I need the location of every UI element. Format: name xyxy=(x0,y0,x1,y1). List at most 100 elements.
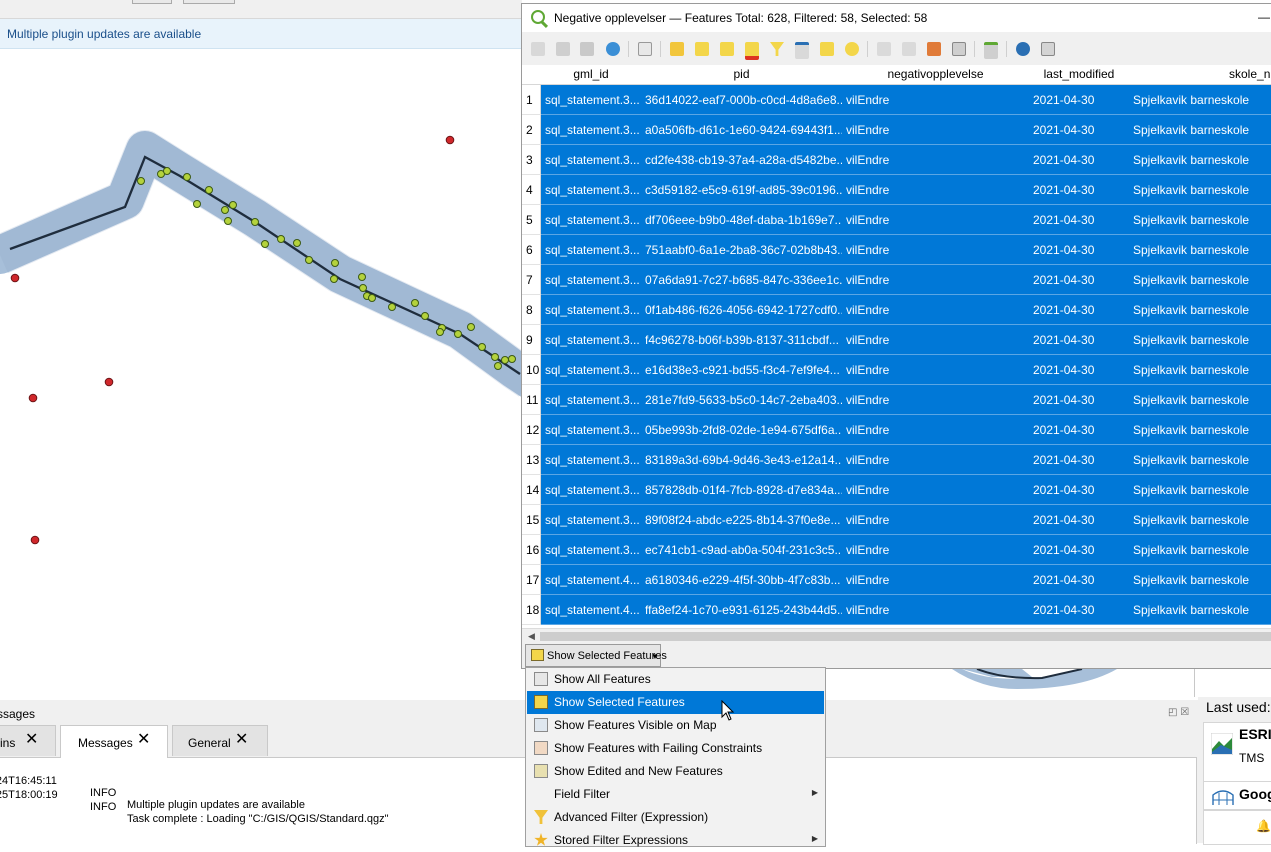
column-header-skole[interactable]: skole_n xyxy=(1129,65,1271,85)
cell-pid[interactable]: 89f08f24-abdc-e225-8b14-37f0e8e... xyxy=(641,505,843,535)
recent-source-card[interactable]: Goog xyxy=(1203,781,1271,810)
cell-gml-id[interactable]: sql_statement.3... xyxy=(541,85,642,115)
menu-item-show-selected-features[interactable]: Show Selected Features xyxy=(527,691,824,714)
cell-skole[interactable]: Spjelkavik barneskole xyxy=(1129,355,1271,385)
copy-icon[interactable] xyxy=(877,42,891,56)
cell-pid[interactable]: f4c96278-b06f-b39b-8137-311cbdf... xyxy=(641,325,843,355)
row-number[interactable]: 18 xyxy=(522,595,541,625)
cell-last-modified[interactable]: 2021-04-30 xyxy=(1029,355,1130,385)
row-number[interactable]: 14 xyxy=(522,475,541,505)
cell-skole[interactable]: Spjelkavik barneskole xyxy=(1129,535,1271,565)
cell-gml-id[interactable]: sql_statement.3... xyxy=(541,235,642,265)
column-header-pid[interactable]: pid xyxy=(641,65,843,85)
cell-negativopplevelse[interactable]: vilEndre xyxy=(842,355,1030,385)
cell-pid[interactable]: 751aabf0-6a1e-2ba8-36c7-02b8b43... xyxy=(641,235,843,265)
cell-pid[interactable]: a6180346-e229-4f5f-30bb-4f7c83b... xyxy=(641,565,843,595)
cell-last-modified[interactable]: 2021-04-30 xyxy=(1029,505,1130,535)
cell-gml-id[interactable]: sql_statement.3... xyxy=(541,205,642,235)
cell-skole[interactable]: Spjelkavik barneskole xyxy=(1129,175,1271,205)
table-row[interactable]: 18 sql_statement.4... ffa8ef24-1c70-e931-6… xyxy=(522,595,1271,625)
cell-skole[interactable]: Spjelkavik barneskole xyxy=(1129,265,1271,295)
cell-pid[interactable]: c3d59182-e5c9-619f-ad85-39c0196... xyxy=(641,175,843,205)
float-icon[interactable]: ◰ xyxy=(1168,707,1177,718)
cell-last-modified[interactable]: 2021-04-30 xyxy=(1029,385,1130,415)
cell-pid[interactable]: e16d38e3-c921-bd55-f3c4-7ef9fe4... xyxy=(641,355,843,385)
cell-negativopplevelse[interactable]: vilEndre xyxy=(842,85,1030,115)
table-row[interactable]: 5 sql_statement.3... df706eee-b9b0-48ef-da… xyxy=(522,205,1271,235)
table-row[interactable]: 16 sql_statement.3... ec741cb1-c9ad-ab0a-5… xyxy=(522,535,1271,565)
cell-skole[interactable]: Spjelkavik barneskole xyxy=(1129,325,1271,355)
row-number[interactable]: 9 xyxy=(522,325,541,355)
cell-gml-id[interactable]: sql_statement.4... xyxy=(541,595,642,625)
attribute-grid[interactable]: gml_id pid negativopplevelse last_modifi… xyxy=(522,65,1271,628)
add-feature-icon[interactable] xyxy=(638,42,652,56)
pan-to-selected-icon[interactable] xyxy=(820,42,834,56)
cell-negativopplevelse[interactable]: vilEndre xyxy=(842,385,1030,415)
cell-pid[interactable]: 83189a3d-69b4-9d46-3e43-e12a14... xyxy=(641,445,843,475)
deselect-icon[interactable] xyxy=(745,42,759,60)
cell-skole[interactable]: Spjelkavik barneskole xyxy=(1129,415,1271,445)
cell-pid[interactable]: 281e7fd9-5633-b5c0-14c7-2eba403... xyxy=(641,385,843,415)
cell-gml-id[interactable]: sql_statement.3... xyxy=(541,295,642,325)
cell-gml-id[interactable]: sql_statement.3... xyxy=(541,145,642,175)
cell-skole[interactable]: Spjelkavik barneskole xyxy=(1129,565,1271,595)
cell-gml-id[interactable]: sql_statement.3... xyxy=(541,355,642,385)
cell-gml-id[interactable]: sql_statement.3... xyxy=(541,175,642,205)
field-calculator-icon[interactable] xyxy=(984,42,998,59)
cell-last-modified[interactable]: 2021-04-30 xyxy=(1029,415,1130,445)
cell-skole[interactable]: Spjelkavik barneskole xyxy=(1129,115,1271,145)
delete-field-icon[interactable] xyxy=(927,42,941,56)
select-all-icon[interactable] xyxy=(695,42,709,56)
cell-last-modified[interactable]: 2021-04-30 xyxy=(1029,535,1130,565)
row-number[interactable]: 1 xyxy=(522,85,541,115)
cell-pid[interactable]: 0f1ab486-f626-4056-6942-1727cdf0... xyxy=(641,295,843,325)
dock-icon[interactable] xyxy=(1041,42,1055,56)
cell-last-modified[interactable]: 2021-04-30 xyxy=(1029,325,1130,355)
tab-plugins[interactable]: ins ✕ xyxy=(0,725,56,756)
cell-negativopplevelse[interactable]: vilEndre xyxy=(842,145,1030,175)
cell-negativopplevelse[interactable]: vilEndre xyxy=(842,475,1030,505)
cell-pid[interactable]: 857828db-01f4-7fcb-8928-d7e834a... xyxy=(641,475,843,505)
cell-negativopplevelse[interactable]: vilEndre xyxy=(842,265,1030,295)
refresh-icon[interactable] xyxy=(606,42,620,56)
row-number[interactable]: 6 xyxy=(522,235,541,265)
cell-skole[interactable]: Spjelkavik barneskole xyxy=(1129,445,1271,475)
column-header-negativopplevelse[interactable]: negativopplevelse xyxy=(842,65,1030,85)
cell-last-modified[interactable]: 2021-04-30 xyxy=(1029,145,1130,175)
cell-gml-id[interactable]: sql_statement.3... xyxy=(541,325,642,355)
cell-last-modified[interactable]: 2021-04-30 xyxy=(1029,295,1130,325)
cell-negativopplevelse[interactable]: vilEndre xyxy=(842,295,1030,325)
row-number[interactable]: 2 xyxy=(522,115,541,145)
cell-pid[interactable]: ffa8ef24-1c70-e931-6125-243b44d5... xyxy=(641,595,843,625)
map-canvas[interactable] xyxy=(0,49,522,700)
scrollbar-thumb[interactable] xyxy=(540,632,1271,641)
table-row[interactable]: 2 sql_statement.3... a0a506fb-d61c-1e60-94… xyxy=(522,115,1271,145)
cell-skole[interactable]: Spjelkavik barneskole xyxy=(1129,235,1271,265)
cell-last-modified[interactable]: 2021-04-30 xyxy=(1029,235,1130,265)
new-field-icon[interactable] xyxy=(952,42,966,56)
horizontal-scrollbar[interactable]: ◀ xyxy=(522,628,1271,645)
cell-skole[interactable]: Spjelkavik barneskole xyxy=(1129,595,1271,625)
table-row[interactable]: 1 sql_statement.3... 36d14022-eaf7-000b-c0… xyxy=(522,85,1271,115)
cell-last-modified[interactable]: 2021-04-30 xyxy=(1029,175,1130,205)
cell-pid[interactable]: ec741cb1-c9ad-ab0a-504f-231c3c5... xyxy=(641,535,843,565)
table-row[interactable]: 7 sql_statement.3... 07a6da91-7c27-b685-84… xyxy=(522,265,1271,295)
cell-negativopplevelse[interactable]: vilEndre xyxy=(842,505,1030,535)
cell-gml-id[interactable]: sql_statement.3... xyxy=(541,445,642,475)
multi-edit-icon[interactable] xyxy=(556,42,570,56)
menu-item-show-features-with-failing-constraints[interactable]: Show Features with Failing Constraints xyxy=(527,737,824,760)
cell-negativopplevelse[interactable]: vilEndre xyxy=(842,235,1030,265)
cell-negativopplevelse[interactable]: vilEndre xyxy=(842,595,1030,625)
feature-filter-dropdown[interactable]: Show Selected Features ▼ xyxy=(525,644,667,667)
cell-skole[interactable]: Spjelkavik barneskole xyxy=(1129,295,1271,325)
row-number[interactable]: 15 xyxy=(522,505,541,535)
cell-last-modified[interactable]: 2021-04-30 xyxy=(1029,595,1130,625)
table-row[interactable]: 13 sql_statement.3... 83189a3d-69b4-9d46-3… xyxy=(522,445,1271,475)
tab-general[interactable]: General ✕ xyxy=(172,725,268,756)
cell-skole[interactable]: Spjelkavik barneskole xyxy=(1129,385,1271,415)
cell-negativopplevelse[interactable]: vilEndre xyxy=(842,565,1030,595)
row-number[interactable]: 16 xyxy=(522,535,541,565)
close-icon[interactable]: ✕ xyxy=(235,732,248,748)
close-icon[interactable]: ✕ xyxy=(25,732,38,748)
select-expression-icon[interactable] xyxy=(670,42,684,56)
